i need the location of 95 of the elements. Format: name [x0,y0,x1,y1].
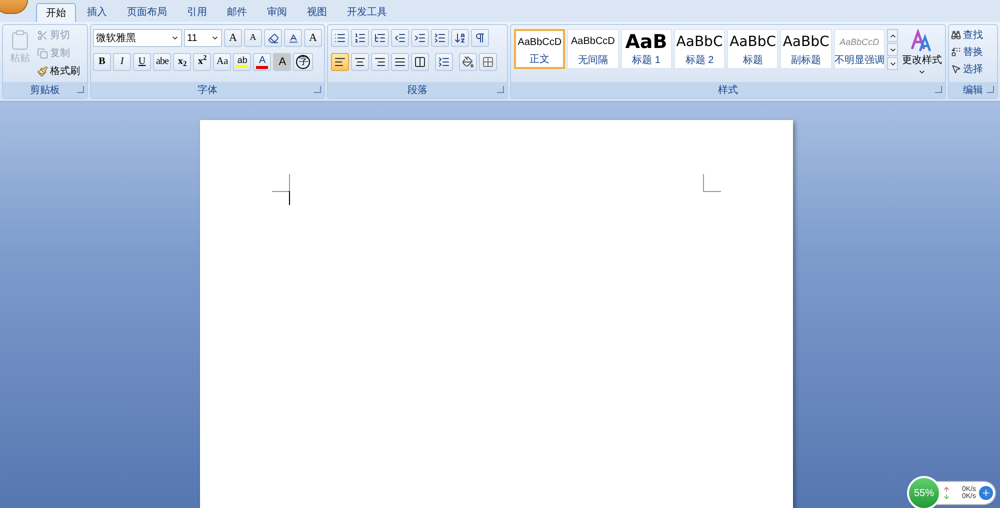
ribbon-tab[interactable]: 开始 [36,3,76,22]
sort-button[interactable] [451,29,469,47]
group-label: 字体 [198,84,218,98]
shrink-font-button[interactable]: A [244,29,262,47]
align-icon [374,56,386,68]
replace-icon [951,47,961,57]
style-swatch[interactable]: AaBbC 标题 2 [674,29,726,69]
align-icon [334,56,346,68]
line-spacing-button[interactable] [435,53,453,71]
scroll-up-button[interactable] [887,29,898,42]
numbered-list-button[interactable] [351,29,369,47]
style-swatch[interactable]: AaBbCcD 不明显强调 [834,29,885,69]
increase-indent-button[interactable] [411,29,429,47]
align-button[interactable] [331,53,349,71]
decrease-indent-button[interactable] [391,29,409,47]
superscript-button[interactable]: x$^{2}$ [193,53,212,71]
ribbon-tab[interactable]: 插入 [78,3,116,22]
line-spacing-icon [438,56,450,68]
align-button[interactable] [371,53,389,71]
align-button[interactable] [411,53,429,71]
font-family-field[interactable]: 微软雅黑 [93,29,182,47]
italic-button[interactable]: I [113,53,131,71]
clear-format-button[interactable] [264,29,282,47]
dropdown-icon[interactable] [211,34,219,42]
ribbon-tab[interactable]: 审阅 [258,3,296,22]
download-arrow-icon [943,493,950,500]
grid-icon [482,56,494,68]
align-icon [414,56,426,68]
change-styles-button[interactable]: 更改样式 [902,29,942,76]
editing-button[interactable]: 选择 [951,61,995,77]
style-swatch[interactable]: AaBbCcD 无间隔 [567,29,619,69]
style-swatch[interactable]: AaBbCcD 正文 [514,29,566,69]
strikethrough-button[interactable]: abe [153,53,172,71]
subscript-button[interactable]: x$_{2}$ [173,53,192,71]
pointer-icon [951,64,961,74]
multilevel-list-button[interactable] [371,29,389,47]
binoculars-icon [951,30,961,40]
group-label: 剪贴板 [30,84,60,98]
copy-icon [37,48,48,59]
paragraph-mark-button[interactable] [471,29,489,47]
clipboard-icon [9,29,31,51]
style-swatch[interactable]: AaBbC 标题 [727,29,778,69]
style-swatch[interactable]: AaBbC 副标题 [780,29,832,69]
borders-button[interactable] [479,53,497,71]
paintbrush-icon [37,66,48,77]
dropdown-icon[interactable] [170,34,179,42]
more-button[interactable] [887,57,898,70]
pilcrow-icon [474,32,486,44]
align-icon [394,56,406,68]
group-label: 编辑 [963,84,983,98]
shading-button[interactable]: A [273,53,292,71]
align-button[interactable] [351,53,369,71]
font-size-field[interactable]: 11 [184,29,222,47]
dropdown-icon [918,68,926,76]
underline-button[interactable]: U [133,53,151,71]
change-case-button[interactable]: Aa [213,53,232,71]
tree-list-icon [374,32,386,44]
crop-mark-icon [702,174,720,192]
eraser-icon [268,32,278,44]
style-swatch[interactable]: AaB 标题 1 [620,29,672,69]
paint-bucket-icon [462,56,474,68]
editing-button[interactable]: 查找 [951,27,995,43]
group-label: 段落 [408,84,428,98]
indent-icon [414,32,426,44]
numbered-list-icon [354,32,366,44]
bullet-list-button[interactable] [331,29,349,47]
clipboard-button[interactable]: 格式刷 [37,63,80,80]
upload-arrow-icon [943,486,950,493]
asian-layout-button[interactable] [431,29,449,47]
font-color-button[interactable]: A [253,53,272,71]
shading-fill-button[interactable] [459,53,477,71]
ribbon-tab[interactable]: 页面布局 [118,3,176,22]
outdent-icon [394,32,406,44]
scroll-down-button[interactable] [887,43,898,56]
align-icon [354,56,366,68]
highlight-button[interactable]: ab [233,53,252,71]
list-icon [434,32,446,44]
ribbon-tab[interactable]: 引用 [178,3,216,22]
crop-mark-icon [272,174,290,192]
char-border-button[interactable]: A [304,29,322,47]
sort-icon [454,32,466,44]
group-label: 样式 [718,84,738,98]
align-button[interactable] [391,53,409,71]
ribbon-tab[interactable]: 开发工具 [338,3,396,22]
bold-button[interactable]: B [93,53,111,71]
ribbon-tab[interactable]: 邮件 [218,3,256,22]
phonetic-button[interactable] [284,29,302,47]
grow-font-button[interactable]: A [224,29,242,47]
plus-icon[interactable] [979,486,993,500]
phonetic-icon [288,32,298,44]
ribbon-tab[interactable]: 视图 [298,3,336,22]
scissors-icon [37,30,48,41]
styles-letters-icon [910,29,934,53]
editing-button[interactable]: 替换 [951,44,995,60]
text-cursor [288,191,290,205]
